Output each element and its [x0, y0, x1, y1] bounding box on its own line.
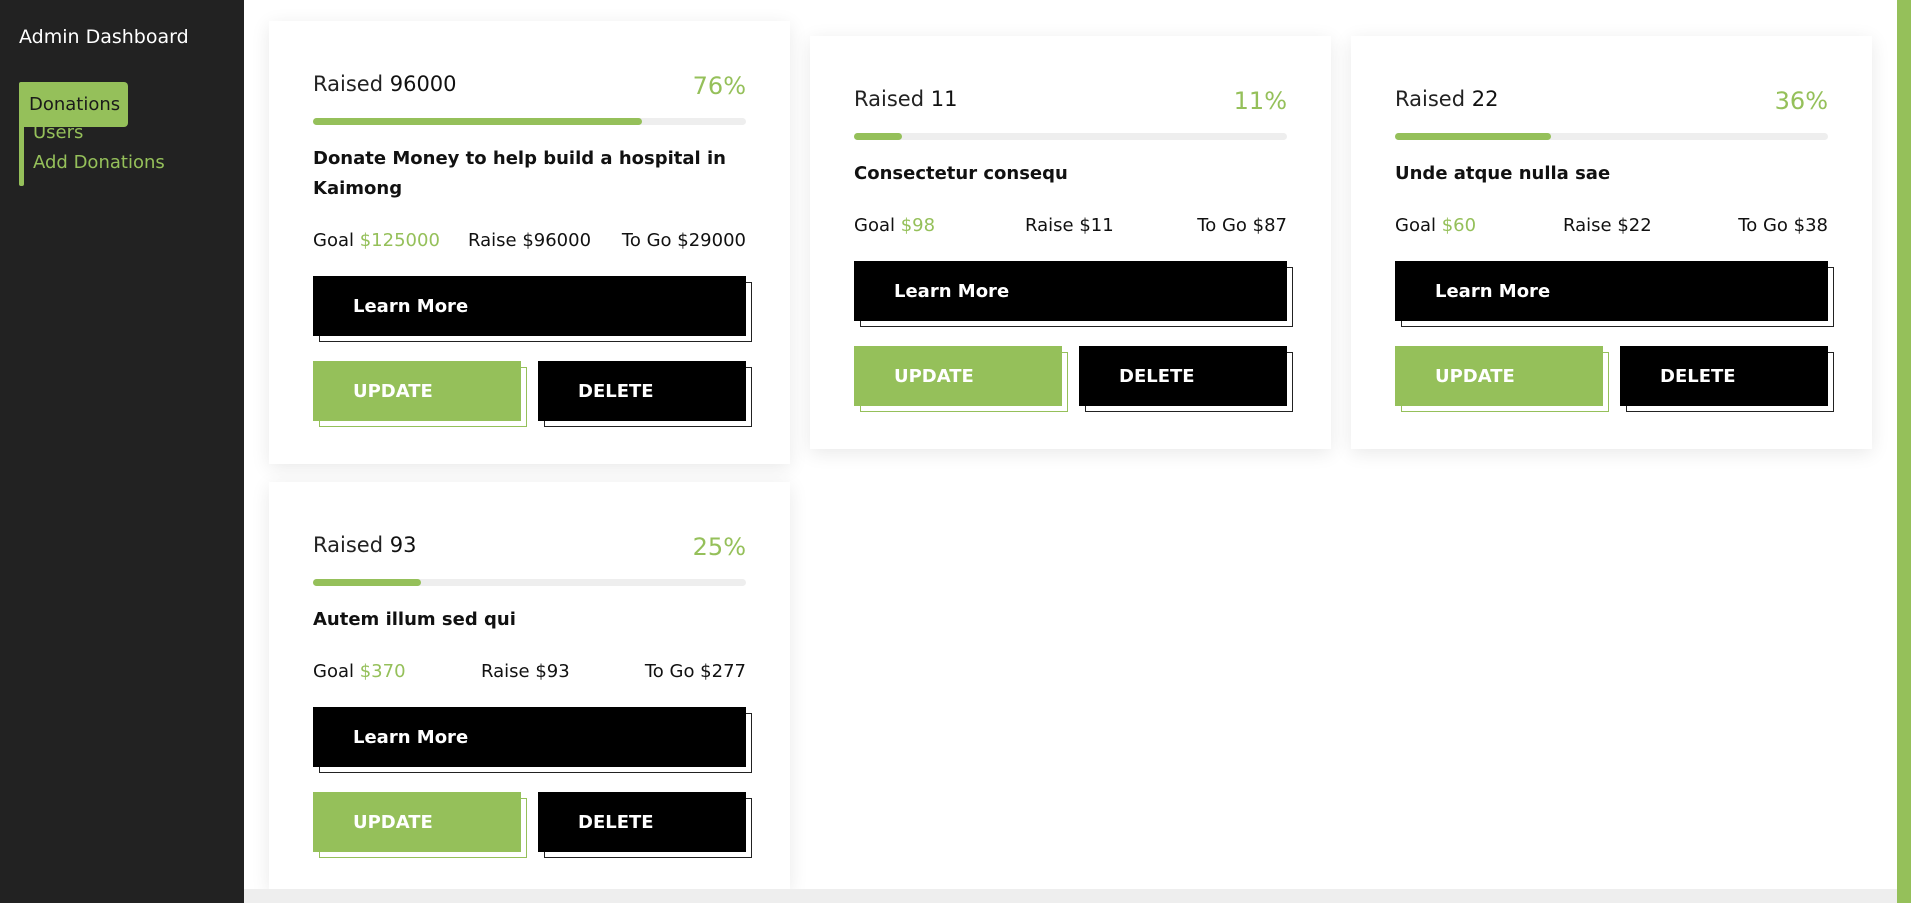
update-button[interactable]: UPDATE — [854, 346, 1062, 406]
scroll-accent-strip — [1897, 0, 1911, 903]
donation-title: Consectetur consequ — [854, 163, 1068, 184]
to-go-stat: To Go $29000 — [621, 230, 746, 251]
donation-card: Raised 11 11% Consectetur consequ Goal $… — [810, 36, 1331, 449]
update-wrap: UPDATE — [313, 792, 527, 858]
delete-button[interactable]: DELETE — [538, 361, 746, 421]
progress-fill — [313, 579, 422, 586]
sidebar-item-donations[interactable]: Donations — [19, 82, 128, 127]
sidebar-item-add-donations[interactable]: Add Donations — [33, 152, 165, 173]
to-go-stat: To Go $38 — [1738, 215, 1828, 236]
sidebar: Admin Dashboard Donations Users Add Dona… — [0, 0, 244, 903]
raised-label: Raised 11 — [854, 87, 958, 111]
percent-raised: 76% — [692, 72, 746, 100]
donation-stats: Goal $125000 Raise $96000 To Go $29000 — [313, 230, 746, 256]
percent-raised: 25% — [692, 533, 746, 561]
update-wrap: UPDATE — [1395, 346, 1609, 412]
update-wrap: UPDATE — [854, 346, 1068, 412]
sidebar-item-users[interactable]: Users — [33, 122, 83, 143]
update-button[interactable]: UPDATE — [313, 792, 521, 852]
progress-bar — [854, 133, 1287, 140]
to-go-stat: To Go $277 — [644, 661, 746, 682]
progress-bar — [313, 579, 746, 586]
learn-more-button[interactable]: Learn More — [854, 261, 1287, 321]
raised-label: Raised 93 — [313, 533, 417, 557]
goal-stat: Goal $60 — [1395, 215, 1477, 236]
delete-wrap: DELETE — [1620, 346, 1834, 412]
main-content: Raised 96000 76% Donate Money to help bu… — [244, 0, 1897, 889]
learn-more-wrap: Learn More — [313, 276, 752, 342]
raised-row: Raised 11 11% — [854, 87, 1287, 119]
raise-stat: Raise $96000 — [468, 230, 592, 251]
delete-button[interactable]: DELETE — [1079, 346, 1287, 406]
raise-stat: Raise $11 — [1025, 215, 1114, 236]
goal-stat: Goal $370 — [313, 661, 406, 682]
raised-label: Raised 96000 — [313, 72, 457, 96]
delete-wrap: DELETE — [538, 361, 752, 427]
to-go-stat: To Go $87 — [1197, 215, 1287, 236]
learn-more-button[interactable]: Learn More — [313, 707, 746, 767]
progress-bar — [313, 118, 746, 125]
horizontal-scrollbar[interactable] — [244, 889, 1897, 903]
raised-label: Raised 22 — [1395, 87, 1499, 111]
donation-title: Donate Money to help build a hospital in… — [313, 148, 726, 199]
donation-stats: Goal $60 Raise $22 To Go $38 — [1395, 215, 1828, 241]
raised-row: Raised 22 36% — [1395, 87, 1828, 119]
progress-fill — [854, 133, 902, 140]
raised-row: Raised 93 25% — [313, 533, 746, 565]
donation-card: Raised 93 25% Autem illum sed qui Goal $… — [269, 482, 790, 889]
percent-raised: 11% — [1233, 87, 1287, 115]
raise-stat: Raise $22 — [1563, 215, 1652, 236]
learn-more-wrap: Learn More — [313, 707, 752, 773]
update-button[interactable]: UPDATE — [313, 361, 521, 421]
donation-title: Autem illum sed qui — [313, 609, 516, 630]
delete-wrap: DELETE — [538, 792, 752, 858]
progress-fill — [1395, 133, 1551, 140]
learn-more-wrap: Learn More — [854, 261, 1293, 327]
donation-title: Unde atque nulla sae — [1395, 163, 1611, 184]
goal-stat: Goal $125000 — [313, 230, 440, 251]
progress-bar — [1395, 133, 1828, 140]
update-wrap: UPDATE — [313, 361, 527, 427]
goal-stat: Goal $98 — [854, 215, 936, 236]
donation-card: Raised 22 36% Unde atque nulla sae Goal … — [1351, 36, 1872, 449]
progress-fill — [313, 118, 643, 125]
delete-button[interactable]: DELETE — [538, 792, 746, 852]
donation-stats: Goal $370 Raise $93 To Go $277 — [313, 661, 746, 687]
learn-more-button[interactable]: Learn More — [313, 276, 746, 336]
update-button[interactable]: UPDATE — [1395, 346, 1603, 406]
donation-card: Raised 96000 76% Donate Money to help bu… — [269, 21, 790, 464]
learn-more-wrap: Learn More — [1395, 261, 1834, 327]
percent-raised: 36% — [1774, 87, 1828, 115]
donation-stats: Goal $98 Raise $11 To Go $87 — [854, 215, 1287, 241]
raise-stat: Raise $93 — [481, 661, 570, 682]
raised-row: Raised 96000 76% — [313, 72, 746, 104]
delete-wrap: DELETE — [1079, 346, 1293, 412]
learn-more-button[interactable]: Learn More — [1395, 261, 1828, 321]
sidebar-title: Admin Dashboard — [19, 26, 189, 48]
delete-button[interactable]: DELETE — [1620, 346, 1828, 406]
